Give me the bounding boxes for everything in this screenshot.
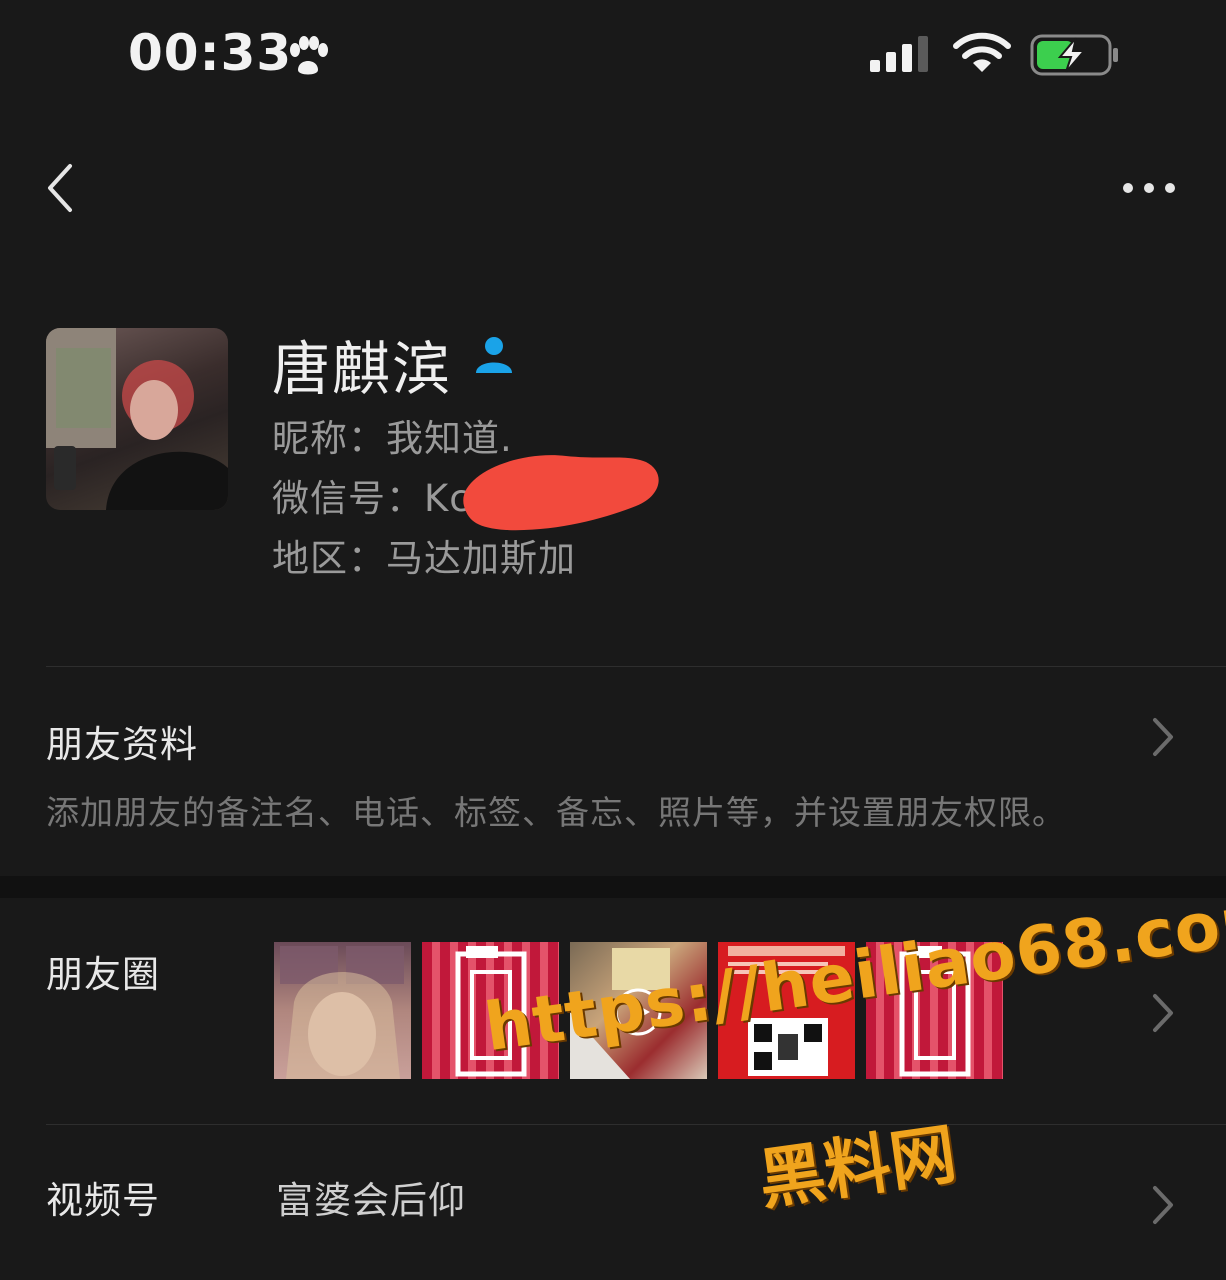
friend-info-description: 添加朋友的备注名、电话、标签、备忘、照片等，并设置朋友权限。 [46,793,1066,832]
moments-title: 朋友圈 [46,953,160,996]
paw-icon [290,36,328,75]
avatar[interactable] [46,328,228,510]
avatar-photo [46,328,228,510]
divider [46,1124,1226,1125]
contact-person-icon [476,337,512,373]
chevron-right-icon [1153,718,1173,756]
section-separator [0,876,1226,898]
channels-row[interactable]: 视频号 富婆会后仰 [0,1126,1226,1280]
battery-charging-icon [1030,34,1118,76]
back-icon[interactable] [40,160,80,216]
chevron-right-icon [1153,994,1173,1032]
thumbnail-image [280,946,404,1079]
channels-value: 富婆会后仰 [276,1179,466,1222]
more-options-icon[interactable] [1120,176,1178,200]
redaction-mark [463,455,659,531]
channels-title: 视频号 [46,1179,160,1222]
region: 地区：马达加斯加 [272,537,576,580]
divider [46,666,1226,667]
wifi-icon [953,32,1011,72]
friend-info-row[interactable]: 朋友资料 添加朋友的备注名、电话、标签、备忘、照片等，并设置朋友权限。 [0,668,1226,874]
moments-thumbnail [274,942,411,1079]
cellular-signal-icon [870,36,928,72]
contact-name: 唐麒滨 [272,335,453,403]
status-time: 00:33 [128,24,293,82]
wechat-id: 微信号：Kc [272,477,471,520]
chevron-right-icon [1153,1186,1173,1224]
friend-info-title: 朋友资料 [46,723,198,766]
